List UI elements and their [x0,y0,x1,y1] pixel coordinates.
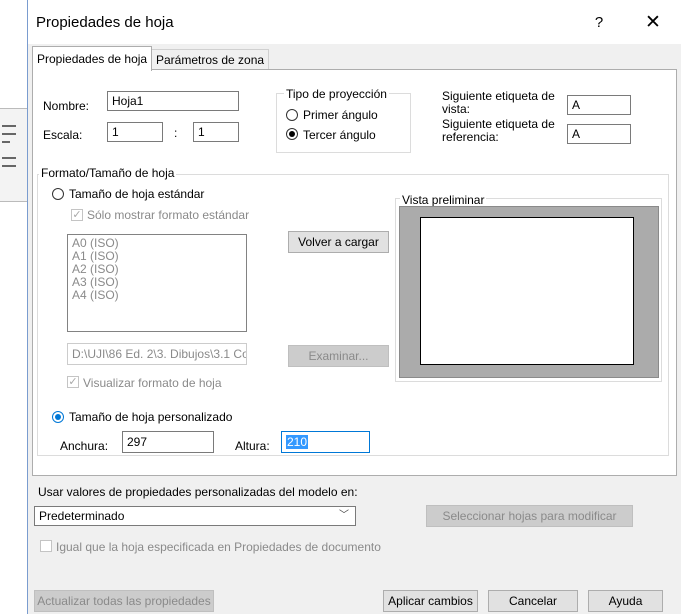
custom-size-label[interactable]: Tamaño de hoja personalizado [69,410,232,424]
standard-size-label[interactable]: Tamaño de hoja estándar [69,187,204,201]
show-format-label: Visualizar formato de hoja [83,376,222,390]
cancel-button[interactable]: Cancelar [488,590,578,612]
projection-title: Tipo de proyección [284,87,389,101]
background-line [2,165,16,167]
standard-size-radio[interactable] [52,188,64,200]
combo-value: Predeterminado [39,509,125,523]
show-format-checkbox[interactable]: ✓ [67,376,79,388]
width-label: Anchura: [60,439,109,453]
first-angle-label[interactable]: Primer ángulo [303,108,378,122]
next-view-field[interactable]: A [567,95,631,115]
third-angle-label[interactable]: Tercer ángulo [303,128,376,142]
close-icon[interactable]: ✕ [640,10,666,36]
scale-label: Escala: [43,128,83,142]
select-sheets-button[interactable]: Seleccionar hojas para modificar [426,505,633,527]
preview-area [399,206,659,378]
update-all-properties-button[interactable]: Actualizar todas las propiedades [34,590,214,612]
sheet-properties-dialog: Propiedades de hoja ? ✕ Propiedades de h… [27,0,681,614]
name-field[interactable]: Hoja1 [107,91,239,111]
scale-numerator-field[interactable]: 1 [107,122,163,142]
background-line [2,133,16,135]
list-item[interactable]: A4 (ISO) [72,289,242,302]
next-reference-label: Siguiente etiqueta de referencia: [442,117,555,144]
next-view-label: Siguiente etiqueta de vista: [442,89,555,116]
tab-sheet-properties[interactable]: Propiedades de hoja [32,46,153,71]
third-angle-radio[interactable] [286,128,298,140]
width-field[interactable]: 297 [122,431,214,453]
background-line [2,125,16,127]
chevron-down-icon: ﹀ [339,510,349,521]
dialog-title: Propiedades de hoja [36,14,174,31]
scale-separator: : [174,126,178,140]
height-field[interactable]: 210 [281,431,370,453]
scale-denominator-field[interactable]: 1 [193,122,239,142]
background-window-fragment [0,108,28,202]
model-properties-label: Usar valores de propiedades personalizad… [38,485,358,499]
format-path-field[interactable]: D:\UJI\86 Ed. 2\3. Dibujos\3.1 Co [67,343,247,365]
model-configuration-combo[interactable]: Predeterminado ﹀ [34,506,356,526]
only-standard-label: Sólo mostrar formato estándar [87,208,250,222]
first-angle-radio[interactable] [286,109,298,121]
background-line [2,157,16,159]
tab-panel: Nombre: Hoja1 Escala: 1 : 1 Tipo de proy… [32,69,677,476]
format-group-title: Formato/Tamaño de hoja [39,166,177,180]
next-reference-field[interactable]: A [567,124,631,144]
help-button[interactable]: Ayuda [588,590,663,612]
height-label: Altura: [235,439,270,453]
sheet-size-list[interactable]: A0 (ISO) A1 (ISO) A2 (ISO) A3 (ISO) A4 (… [67,234,247,332]
sheet-preview [420,217,634,365]
background-line [2,141,10,143]
preview-title: Vista preliminar [400,193,487,207]
apply-changes-button[interactable]: Aplicar cambios [383,590,478,612]
height-value: 210 [286,435,309,449]
browse-button[interactable]: Examinar... [288,345,389,367]
custom-size-radio[interactable] [52,411,64,423]
same-as-document-label: Igual que la hoja especificada en Propie… [56,540,381,554]
tab-zone-parameters[interactable]: Parámetros de zona [151,49,270,70]
only-standard-checkbox[interactable]: ✓ [71,209,83,221]
reload-button[interactable]: Volver a cargar [288,231,389,253]
title-bar: Propiedades de hoja ? ✕ [28,0,681,44]
projection-group [276,93,411,153]
help-icon[interactable]: ? [588,12,610,34]
name-label: Nombre: [43,99,90,113]
same-as-document-checkbox[interactable] [40,540,52,552]
